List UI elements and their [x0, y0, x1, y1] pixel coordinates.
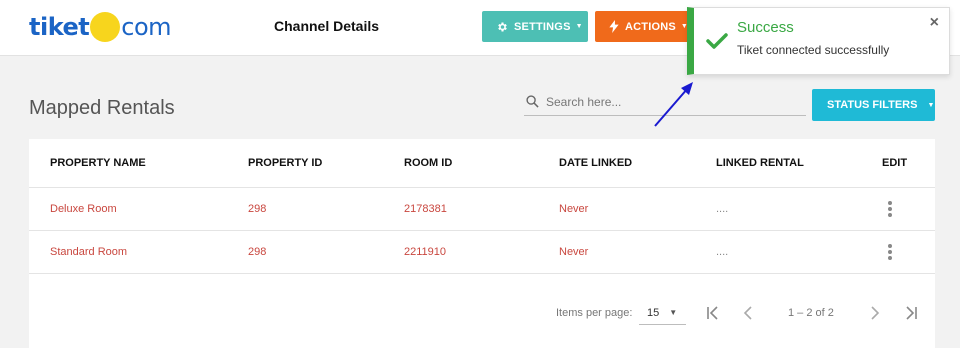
property-name-cell[interactable]: Standard Room — [50, 246, 127, 258]
mapped-rentals-table: PROPERTY NAME PROPERTY ID ROOM ID DATE L… — [29, 139, 935, 348]
annotation-arrow-icon — [654, 82, 693, 127]
logo-text-left: tiket — [29, 13, 90, 41]
room-id-cell: 2178381 — [404, 203, 447, 215]
table-header-row: PROPERTY NAME PROPERTY ID ROOM ID DATE L… — [29, 139, 935, 188]
room-id-cell: 2211910 — [404, 246, 447, 258]
toast-message: Tiket connected successfully — [737, 43, 890, 57]
search-icon — [526, 95, 539, 108]
property-id-cell: 298 — [248, 203, 267, 215]
property-name-cell[interactable]: Deluxe Room — [50, 203, 117, 215]
actions-label: ACTIONS — [625, 20, 676, 33]
date-linked-cell: Never — [559, 203, 589, 215]
logo-text-right: com — [121, 13, 172, 41]
section-title: Mapped Rentals — [29, 97, 175, 119]
status-filters-label: STATUS FILTERS — [827, 99, 918, 111]
table-row[interactable]: Deluxe Room 298 2178381 Never .... — [29, 188, 935, 231]
last-page-icon[interactable] — [900, 303, 920, 323]
kebab-icon[interactable] — [888, 244, 892, 260]
actions-button[interactable]: ACTIONS ▼ — [595, 11, 693, 42]
page-size-value: 15 — [647, 306, 660, 319]
page-size-select[interactable]: 15 ▼ — [639, 301, 686, 325]
date-linked-cell: Never — [559, 246, 589, 258]
settings-label: SETTINGS — [514, 20, 571, 33]
gear-icon — [496, 21, 508, 33]
chevron-down-icon: ▼ — [575, 23, 583, 30]
first-page-icon[interactable] — [704, 303, 724, 323]
chevron-down-icon: ▼ — [927, 101, 935, 109]
check-icon — [706, 32, 728, 55]
logo-dot — [90, 12, 121, 42]
settings-button[interactable]: SETTINGS ▼ — [482, 11, 588, 42]
page-range: 1 – 2 of 2 — [788, 307, 834, 319]
items-per-page-label: Items per page: — [556, 307, 633, 319]
linked-rental-cell: .... — [716, 246, 729, 258]
chevron-down-icon: ▼ — [669, 308, 678, 317]
close-icon[interactable]: × — [930, 15, 939, 31]
status-filters-button[interactable]: STATUS FILTERS ▼ — [812, 89, 935, 121]
next-page-icon[interactable] — [865, 303, 885, 323]
column-header-date-linked[interactable]: DATE LINKED — [559, 157, 632, 169]
success-toast: Success Tiket connected successfully × — [687, 7, 950, 75]
column-header-room-id[interactable]: ROOM ID — [404, 157, 452, 169]
column-header-linked-rental[interactable]: LINKED RENTAL — [716, 157, 804, 169]
column-header-edit: EDIT — [882, 157, 908, 169]
property-id-cell: 298 — [248, 246, 267, 258]
tiket-logo[interactable]: tiket com — [29, 10, 172, 44]
toast-title: Success — [737, 19, 794, 36]
paginator: Items per page: 15 ▼ 1 – 2 of 2 — [29, 299, 935, 327]
bolt-icon — [609, 20, 619, 33]
table-row[interactable]: Standard Room 298 2211910 Never .... — [29, 231, 935, 274]
column-header-property-name[interactable]: PROPERTY NAME — [50, 157, 146, 169]
page-title: Channel Details — [274, 18, 380, 34]
kebab-icon[interactable] — [888, 201, 892, 217]
column-header-property-id[interactable]: PROPERTY ID — [248, 157, 322, 169]
linked-rental-cell: .... — [716, 203, 729, 215]
previous-page-icon[interactable] — [738, 303, 758, 323]
